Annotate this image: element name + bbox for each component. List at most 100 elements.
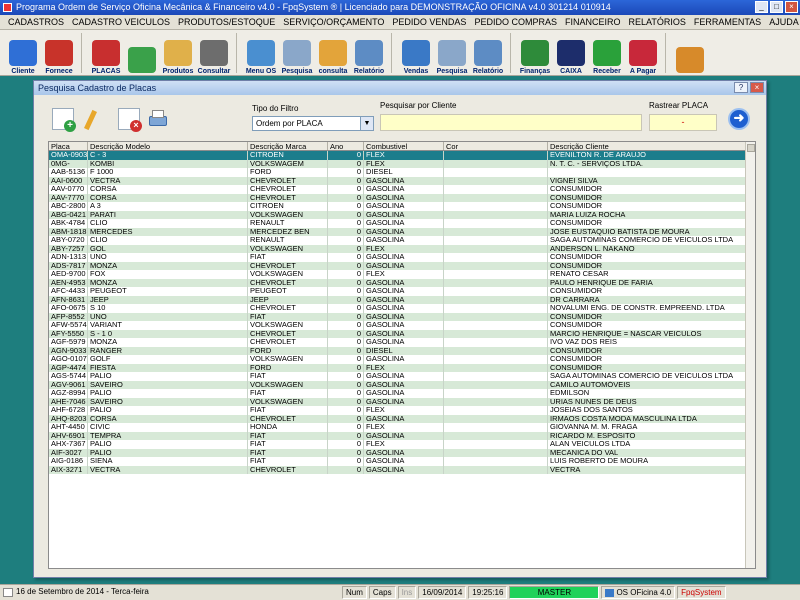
track-plate-input[interactable]: - <box>649 114 717 131</box>
menu-item-cadastros[interactable]: CADASTROS <box>4 17 68 27</box>
print-icon[interactable] <box>147 108 169 130</box>
table-cell: RENATO CESAR <box>548 270 748 279</box>
plates-grid[interactable]: Placa Descrição Modelo Descrição Marca Ano C… <box>48 141 756 569</box>
arrow-right-icon[interactable]: ➜ <box>728 108 750 130</box>
table-cell: FLEX <box>364 440 444 449</box>
table-row[interactable]: AEN-4953 MONZA CHEVROLET 0 GASOLINA PAULO HEN… <box>49 278 755 287</box>
table-row[interactable]: AFN-8631 JEEP JEEP 0 GASOLINA DR CARRARA <box>49 295 755 304</box>
filter-type-select[interactable]: Ordem por PLACA ▼ <box>252 116 374 131</box>
table-row[interactable]: AFO-0675 S 10 CHEVROLET 0 GASOLINA NOVALUMI E… <box>49 304 755 313</box>
table-row[interactable]: AGV-9061 SAVEIRO VOLKSWAGEN 0 GASOLINA CAMILO… <box>49 380 755 389</box>
chevron-down-icon[interactable]: ▼ <box>360 117 373 130</box>
toolbar-button-pesquisa[interactable]: Pesquisa <box>435 31 469 75</box>
table-row[interactable]: AAB-5136 F 1000 FORD 0 DIESEL <box>49 168 755 177</box>
vertical-scrollbar[interactable] <box>745 142 755 568</box>
folder-icon <box>319 40 347 66</box>
table-cell: 0 <box>328 423 364 432</box>
toolbar-button-vendas[interactable]: Vendas <box>399 31 433 75</box>
search-client-input[interactable] <box>380 114 642 131</box>
table-row[interactable]: AAI-0600 VECTRA CHEVROLET 0 GASOLINA VIGNEI S… <box>49 176 755 185</box>
close-window-button[interactable]: × <box>785 1 798 13</box>
table-row[interactable]: AFC-4433 PEUGEOT PEUGEOT 0 GASOLINA CONSUMIDO… <box>49 287 755 296</box>
edit-icon[interactable] <box>82 108 104 131</box>
scroll-thumb[interactable] <box>747 144 755 152</box>
table-row[interactable]: ABG-0421 PARATI VOLKSWAGEN 0 GASOLINA MARIA L… <box>49 210 755 219</box>
toolbar-button-consulta[interactable]: consulta <box>316 31 350 75</box>
table-row[interactable]: AHT-4450 CIVIC HONDA 0 FLEX GIOVANNA M. M. FR… <box>49 423 755 432</box>
table-row[interactable]: AHF-6728 PALIO FIAT 0 FLEX JOSEIAS DOS SANTOS <box>49 406 755 415</box>
table-row[interactable]: AGZ-8994 PALIO FIAT 0 GASOLINA EDMILSON <box>49 389 755 398</box>
menu-item-relat-rios[interactable]: RELATÓRIOS <box>624 17 689 27</box>
table-row[interactable]: AFY-5550 S - 1 0 CHEVROLET 0 GASOLINA MARCIO … <box>49 329 755 338</box>
table-row[interactable]: AIF-3027 PALIO FIAT 0 GASOLINA MECANICA DO VA… <box>49 448 755 457</box>
menu-item-financeiro[interactable]: FINANCEIRO <box>561 17 625 27</box>
add-new-icon[interactable]: + <box>52 108 76 132</box>
toolbar-button-pesquisa[interactable]: Pesquisa <box>280 31 314 75</box>
table-row[interactable]: AAV-0770 CORSA CHEVROLET 0 GASOLINA CONSUMIDO… <box>49 185 755 194</box>
table-row[interactable]: OMA-0903 C - 3 CITROEN 0 FLEX EVENILTON R. DE… <box>49 151 755 160</box>
menu-item-pedido-vendas[interactable]: PEDIDO VENDAS <box>388 17 470 27</box>
toolbar-button-relat-rio[interactable]: Relatório <box>352 31 386 75</box>
table-row[interactable]: AGS-5744 PALIO FIAT 0 GASOLINA SAGA AUTOMINAS… <box>49 372 755 381</box>
table-row[interactable]: AGF-5979 MONZA CHEVROLET 0 GASOLINA IVO VAZ D… <box>49 338 755 347</box>
column-header-3[interactable]: Ano <box>328 142 364 150</box>
column-header-4[interactable]: Combustivel <box>364 142 444 150</box>
delete-icon[interactable]: × <box>118 108 142 132</box>
toolbar-button-fornece[interactable]: Fornece <box>42 31 76 75</box>
menu-item-cadastro-veiculos[interactable]: CADASTRO VEICULOS <box>68 17 174 27</box>
table-cell: 0 <box>328 295 364 304</box>
table-row[interactable]: ABY-0720 CLIO RENAULT 0 GASOLINA SAGA AUTOMIN… <box>49 236 755 245</box>
menu-item-ajuda[interactable]: AJUDA <box>765 17 800 27</box>
table-row[interactable]: 0MG- KOMBI VOLKSWAGEM 0 FLEX N. T. C. - SERVI… <box>49 159 755 168</box>
table-row[interactable]: AIG-0186 SIENA FIAT 0 GASOLINA LUIS ROBERTO D… <box>49 457 755 466</box>
table-row[interactable]: AED-9700 FOX VOLKSWAGEN 0 FLEX RENATO CESAR <box>49 270 755 279</box>
column-header-5[interactable]: Cor <box>444 142 548 150</box>
table-cell: AIG-0186 <box>49 457 88 466</box>
table-row[interactable]: AGN-9033 RANGER FORD 0 DIESEL CONSUMIDOR <box>49 346 755 355</box>
toolbar-button-relat-rio[interactable]: Relatório <box>471 31 505 75</box>
table-row[interactable]: AAV-7770 CORSA CHEVROLET 0 GASOLINA CONSUMIDO… <box>49 193 755 202</box>
menu-item-produtos-estoque[interactable]: PRODUTOS/ESTOQUE <box>174 17 279 27</box>
table-row[interactable]: AHQ-8203 CORSA CHEVROLET 0 GASOLINA IRMAOS CO… <box>49 414 755 423</box>
column-header-2[interactable]: Descrição Marca <box>248 142 328 150</box>
maximize-button[interactable]: □ <box>770 1 783 13</box>
toolbar-button-finan-as[interactable]: Finanças <box>518 31 552 75</box>
status-brand: FpqSystem <box>677 586 726 599</box>
toolbar-button-placas[interactable]: PLACAS <box>89 31 123 75</box>
minimize-button[interactable]: _ <box>755 1 768 13</box>
menu-item-pedido-compras[interactable]: PEDIDO COMPRAS <box>470 17 561 27</box>
help-button[interactable]: ? <box>734 82 748 93</box>
column-header-1[interactable]: Descrição Modelo <box>88 142 248 150</box>
table-row[interactable]: ADN-1313 UNO FIAT 0 GASOLINA CONSUMIDOR <box>49 253 755 262</box>
table-row[interactable]: AGO-0107 GOLF VOLKSWAGEN 0 GASOLINA CONSUMIDO… <box>49 355 755 364</box>
toolbar-button-produtos[interactable]: Produtos <box>161 31 195 75</box>
table-row[interactable]: AHV-6901 TEMPRA FIAT 0 GASOLINA RICARDO M. ES… <box>49 431 755 440</box>
table-row[interactable]: AHX-7367 PALIO FIAT 0 FLEX ALAN VEICULOS LTDA <box>49 440 755 449</box>
column-header-6[interactable]: Descrição Cliente <box>548 142 748 150</box>
menu-item-ferramentas[interactable]: FERRAMENTAS <box>690 17 765 27</box>
table-row[interactable]: ABK-4784 CLIO RENAULT 0 GASOLINA CONSUMIDOR <box>49 219 755 228</box>
toolbar-button-receber[interactable]: Receber <box>590 31 624 75</box>
table-cell: FIAT <box>248 457 328 466</box>
table-cell: AED-9700 <box>49 270 88 279</box>
table-row[interactable]: AGP-4474 FIESTA FORD 0 FLEX CONSUMIDOR <box>49 363 755 372</box>
dialog-close-button[interactable]: × <box>750 82 764 93</box>
table-row[interactable]: ABM-1818 MERCEDES MERCEDEZ BEN 0 GASOLINA JOS… <box>49 227 755 236</box>
table-row[interactable]: AFP-8552 UNO FIAT 0 GASOLINA CONSUMIDOR <box>49 312 755 321</box>
table-row[interactable]: ABY-7257 GOL VOLKSWAGEN 0 FLEX ANDERSON L. NA… <box>49 244 755 253</box>
table-row[interactable]: AFW-5574 VARIANT VOLKSWAGEN 0 GASOLINA CONSUM… <box>49 321 755 330</box>
table-row[interactable]: ADS-7817 MONZA CHEVROLET 0 GASOLINA CONSUMIDO… <box>49 261 755 270</box>
toolbar-button-a-pagar[interactable]: A Pagar <box>626 31 660 75</box>
toolbar-button-caixa[interactable]: CAIXA <box>554 31 588 75</box>
column-header-0[interactable]: Placa <box>49 142 88 150</box>
menu-item-servi-o-or-amento[interactable]: SERVIÇO/ORÇAMENTO <box>279 17 388 27</box>
table-cell: HONDA <box>248 423 328 432</box>
table-row[interactable]: AHE-7046 SAVEIRO VOLKSWAGEN 0 GASOLINA URIAS … <box>49 397 755 406</box>
toolbar-button-exit-door[interactable] <box>673 31 707 75</box>
toolbar-button-menu-os[interactable]: Menu OS <box>244 31 278 75</box>
table-row[interactable]: AIX-3271 VECTRA CHEVROLET 0 GASOLINA VECTRA <box>49 465 755 474</box>
toolbar-button-cliente[interactable]: Cliente <box>6 31 40 75</box>
table-row[interactable]: ABC-2800 A 3 CITROEN 0 GASOLINA CONSUMIDOR <box>49 202 755 211</box>
toolbar-button-calendar-clock[interactable] <box>125 31 159 75</box>
toolbar-button-consultar[interactable]: Consultar <box>197 31 231 75</box>
